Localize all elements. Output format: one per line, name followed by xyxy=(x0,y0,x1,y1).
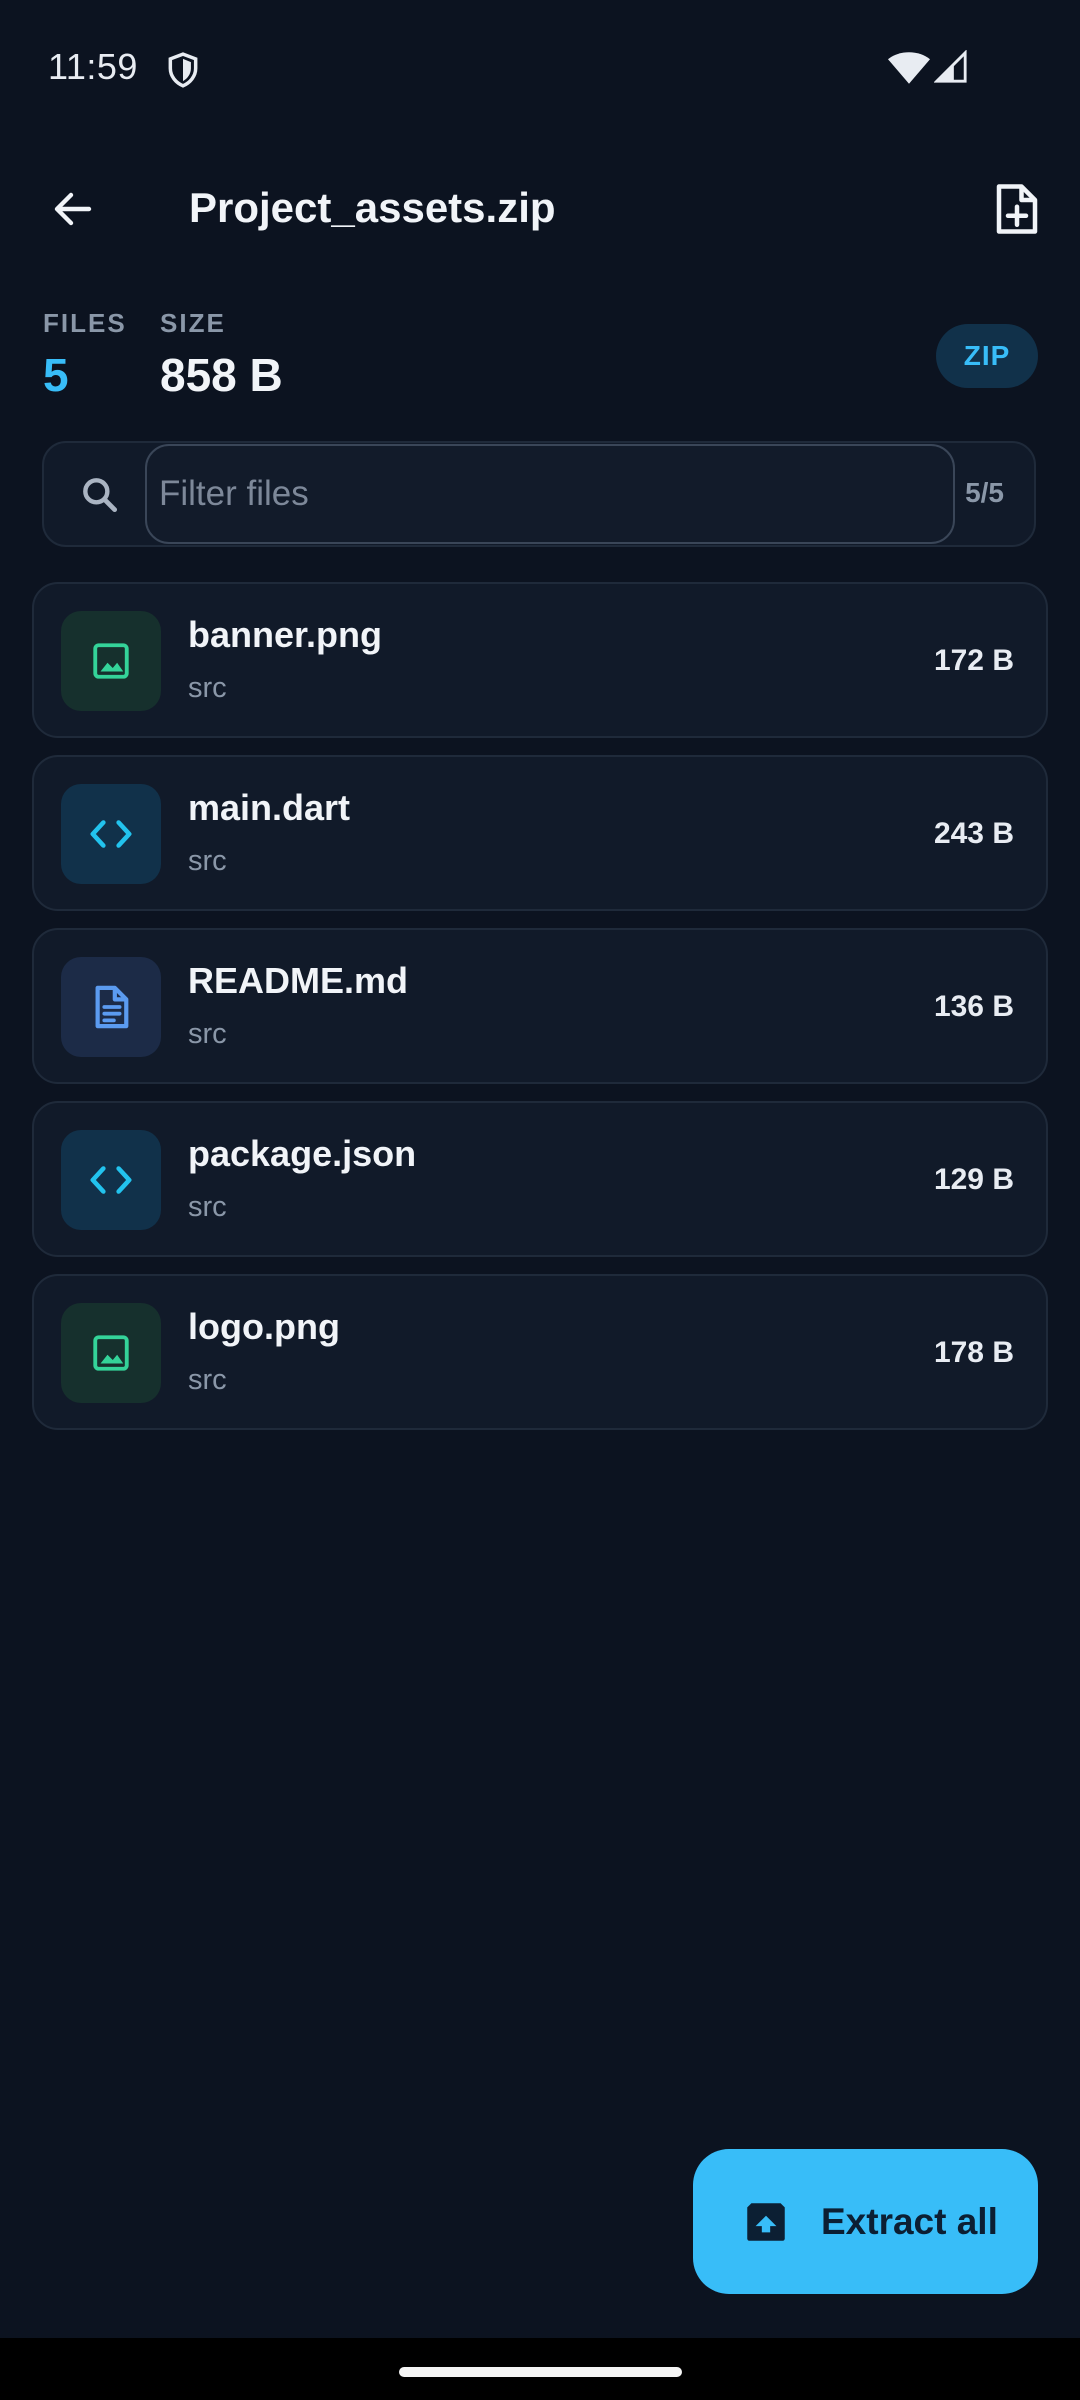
files-count: 5 xyxy=(43,349,69,401)
file-name: package.json xyxy=(188,1133,417,1174)
new-file-icon xyxy=(996,184,1038,234)
status-time: 11:59 xyxy=(48,46,138,87)
format-badge: ZIP xyxy=(936,324,1038,388)
file-name: logo.png xyxy=(188,1306,340,1347)
status-bar: 11:59 xyxy=(0,0,1080,130)
file-icon-box xyxy=(61,1303,161,1403)
file-name: README.md xyxy=(188,960,409,1001)
file-name: banner.png xyxy=(188,614,383,655)
size-label: SIZE xyxy=(160,308,226,338)
page-title: Project_assets.zip xyxy=(189,184,556,231)
file-size: 243 B xyxy=(933,817,1014,850)
wifi-icon xyxy=(888,52,930,84)
file-row[interactable]: banner.png src 172 B xyxy=(32,582,1048,738)
image-icon xyxy=(93,1335,129,1371)
archive-stats: FILES 5 SIZE 858 B ZIP xyxy=(0,300,1080,410)
back-button[interactable] xyxy=(38,174,108,244)
file-size: 136 B xyxy=(933,990,1014,1023)
home-indicator[interactable] xyxy=(399,2367,682,2377)
extract-all-label: Extract all xyxy=(821,2200,998,2242)
shield-icon xyxy=(168,52,198,88)
filter-input[interactable] xyxy=(145,444,955,544)
file-icon-box xyxy=(61,1130,161,1230)
file-name: main.dart xyxy=(188,787,351,828)
file-icon-box xyxy=(61,784,161,884)
new-file-button[interactable] xyxy=(982,174,1052,244)
filter-count: 5/5 xyxy=(965,477,1004,508)
code-icon xyxy=(90,820,132,848)
code-icon xyxy=(90,1166,132,1194)
search-icon xyxy=(83,478,118,513)
extract-all-button[interactable]: Extract all xyxy=(693,2149,1038,2294)
file-size: 172 B xyxy=(933,644,1014,677)
file-path: src xyxy=(188,845,227,877)
file-icon-box xyxy=(61,611,161,711)
file-size: 129 B xyxy=(933,1163,1014,1196)
image-icon xyxy=(93,643,129,679)
file-row[interactable]: logo.png src 178 B xyxy=(32,1274,1048,1430)
file-path: src xyxy=(188,1018,227,1050)
file-list: banner.png src 172 B main.dart src 243 B… xyxy=(32,582,1048,1447)
app-bar: Project_assets.zip xyxy=(0,160,1080,260)
file-path: src xyxy=(188,1191,227,1223)
files-label: FILES xyxy=(43,308,127,338)
file-row[interactable]: README.md src 136 B xyxy=(32,928,1048,1084)
filter-bar: 5/5 xyxy=(42,441,1036,547)
document-icon xyxy=(95,985,129,1029)
file-row[interactable]: package.json src 129 B xyxy=(32,1101,1048,1257)
signal-icon xyxy=(934,50,967,83)
file-row[interactable]: main.dart src 243 B xyxy=(32,755,1048,911)
arrow-left-icon xyxy=(54,192,92,226)
file-path: src xyxy=(188,672,227,704)
total-size: 858 B xyxy=(160,349,283,401)
file-size: 178 B xyxy=(933,1336,1014,1369)
file-path: src xyxy=(188,1364,227,1396)
unarchive-icon xyxy=(747,2202,785,2241)
file-icon-box xyxy=(61,957,161,1057)
